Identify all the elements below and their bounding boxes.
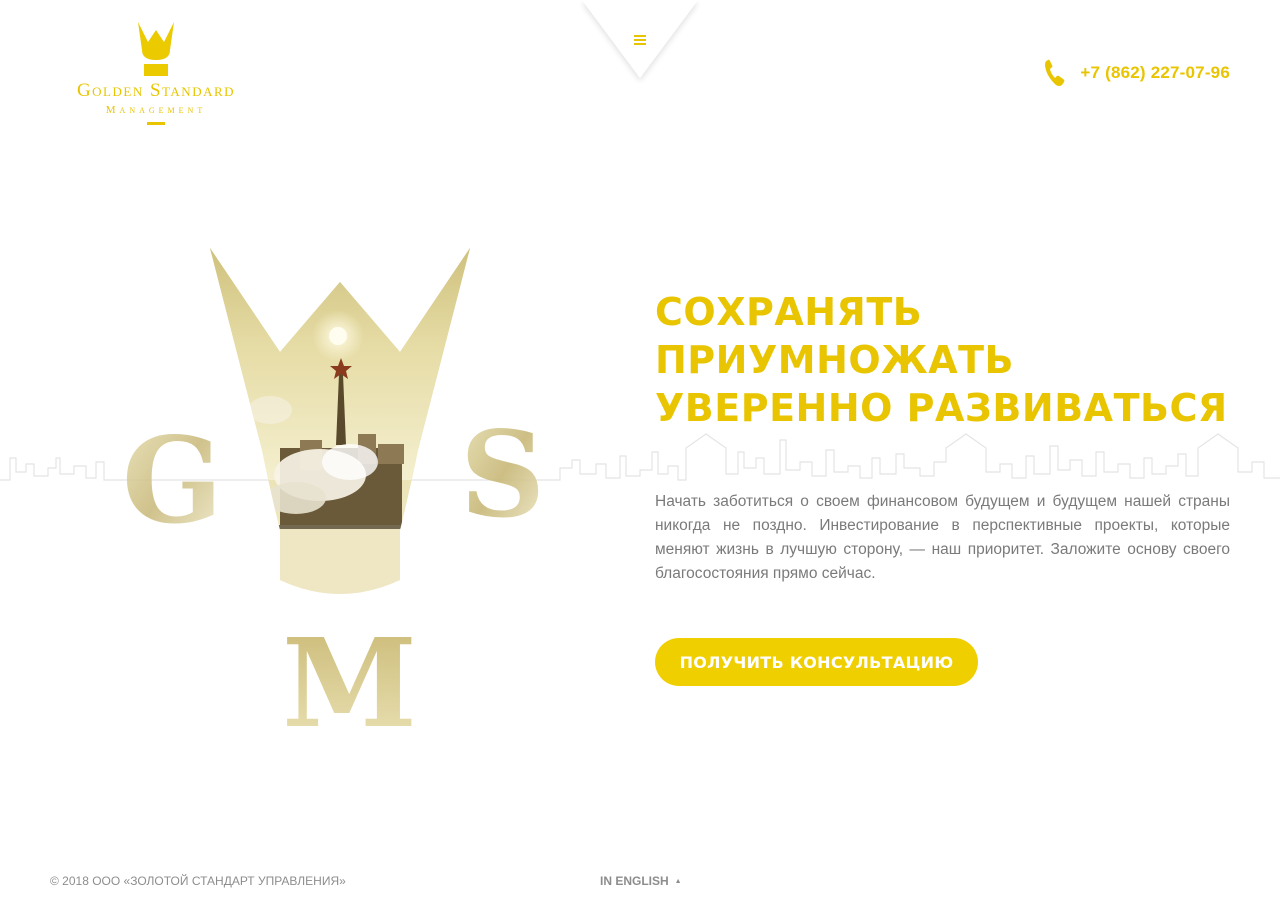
- phone-icon: [1045, 59, 1065, 86]
- crown-icon: [138, 22, 174, 76]
- phone-number[interactable]: +7 (862) 227-07-96: [1080, 63, 1230, 83]
- get-consultation-button[interactable]: ПОЛУЧИТЬ КОНСУЛЬТАЦИЮ: [655, 638, 978, 686]
- hero-title: СОХРАНЯТЬ ПРИУМНОЖАТЬ УВЕРЕННО РАЗВИВАТЬ…: [655, 288, 1255, 432]
- language-switch[interactable]: IN ENGLISH ▲: [600, 874, 682, 888]
- hero-title-line-3: УВЕРЕННО РАЗВИВАТЬСЯ: [655, 386, 1228, 430]
- hero-title-line-2: ПРИУМНОЖАТЬ: [655, 338, 1014, 382]
- logo-subtitle: Management: [105, 104, 207, 116]
- triangle-up-icon: ▲: [674, 877, 682, 885]
- hero-description: Начать заботиться о своем финансовом буд…: [655, 493, 1230, 582]
- emblem-letter-g: G: [122, 411, 223, 550]
- gsm-emblem: G S M: [122, 248, 545, 740]
- hamburger-icon[interactable]: [634, 34, 646, 46]
- phone-contact[interactable]: +7 (862) 227-07-96: [1044, 58, 1230, 88]
- logo[interactable]: Golden Standard Management: [48, 20, 264, 130]
- hero-title-line-1: СОХРАНЯТЬ: [655, 290, 923, 334]
- logo-name: Golden Standard: [76, 80, 236, 101]
- emblem-letter-s: S: [460, 405, 545, 544]
- language-link[interactable]: IN ENGLISH: [600, 874, 669, 888]
- emblem-letter-m: M: [282, 611, 417, 740]
- copyright: © 2018 ООО «ЗОЛОТОЙ СТАНДАРТ УПРАВЛЕНИЯ»: [50, 874, 346, 888]
- page: Golden Standard Management +7 (862) 227-…: [0, 0, 1280, 913]
- logo-underline: [147, 122, 165, 125]
